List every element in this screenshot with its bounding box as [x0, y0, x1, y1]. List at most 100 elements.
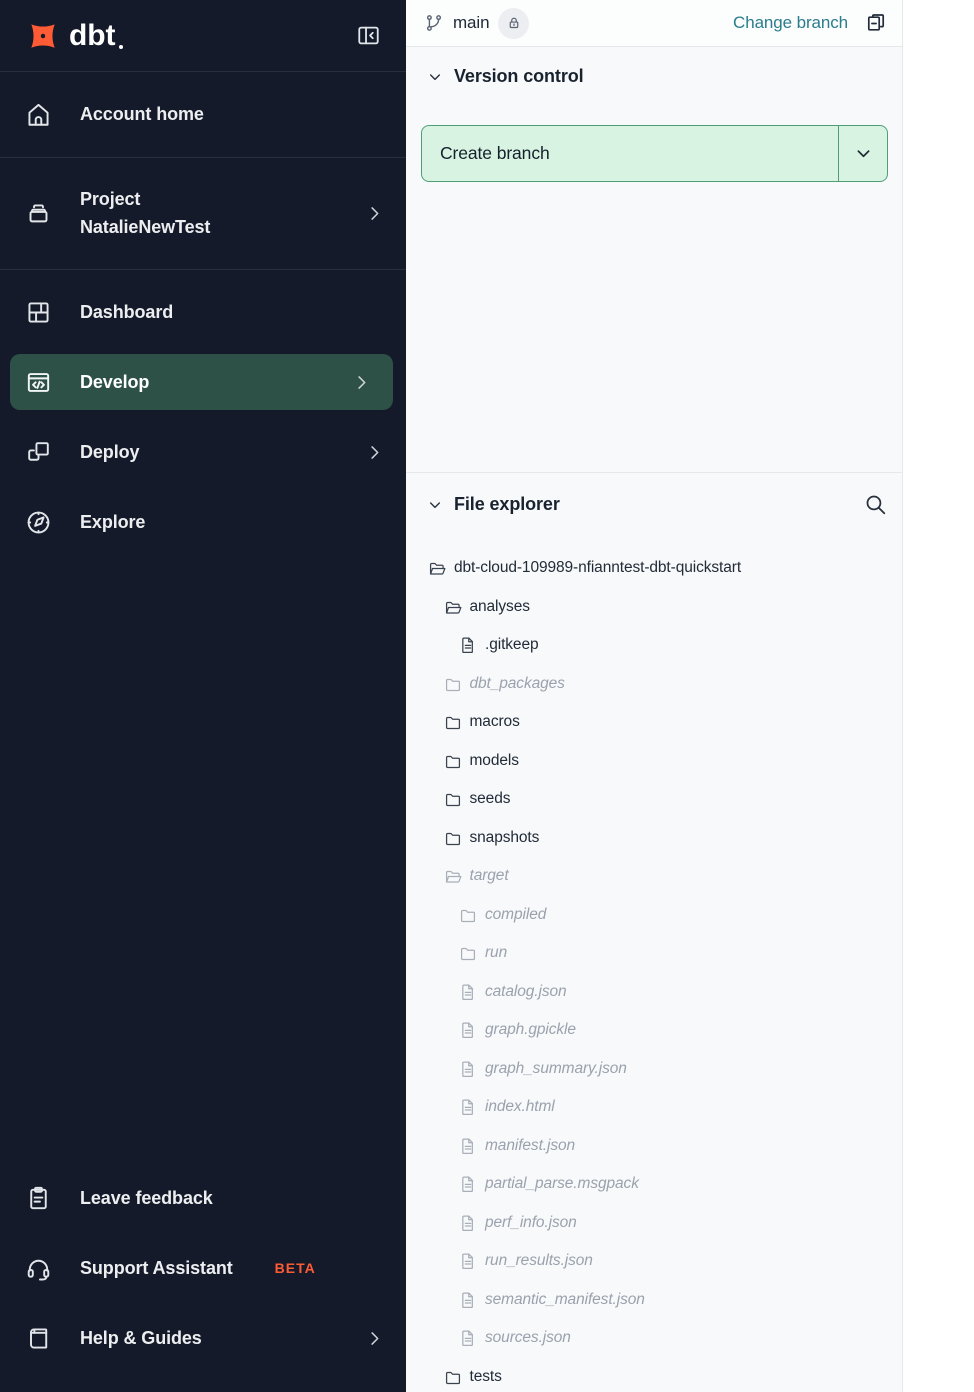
chevron-right-icon	[365, 443, 384, 462]
change-branch-link[interactable]: Change branch	[733, 13, 848, 33]
sidebar-item-develop[interactable]: Develop	[10, 354, 393, 410]
file-explorer-section: File explorer	[406, 473, 902, 1392]
sidebar-item-label: Develop	[80, 372, 149, 393]
sidebar-item-deploy[interactable]: Deploy	[0, 424, 406, 480]
tree-item-label: semantic_manifest.json	[485, 1291, 645, 1309]
folder-icon	[443, 1367, 463, 1387]
tree-item[interactable]: run	[406, 934, 902, 973]
tree-item[interactable]: snapshots	[406, 819, 902, 858]
sidebar-main-nav: Dashboard Develop	[0, 270, 406, 564]
tree-item[interactable]: tests	[406, 1358, 902, 1392]
tree-item-label: index.html	[485, 1098, 555, 1116]
sidebar-item-account-home[interactable]: Account home	[0, 72, 406, 158]
collapse-sidebar-icon[interactable]	[355, 22, 382, 49]
sidebar-item-support-assistant[interactable]: Support Assistant BETA	[0, 1240, 406, 1296]
copy-icon[interactable]	[864, 11, 888, 35]
tree-item[interactable]: sources.json	[406, 1319, 902, 1358]
sidebar-item-label: Deploy	[80, 442, 139, 463]
tree-item-label: snapshots	[470, 829, 540, 847]
sidebar-item-help-guides[interactable]: Help & Guides	[0, 1310, 406, 1366]
tree-item[interactable]: run_results.json	[406, 1242, 902, 1281]
tree-item[interactable]: manifest.json	[406, 1127, 902, 1166]
tree-item-label: seeds	[470, 790, 511, 808]
chevron-down-icon[interactable]	[427, 497, 443, 513]
logo-row: dbt	[0, 0, 406, 72]
sidebar-item-label: Explore	[80, 512, 145, 533]
book-icon	[24, 1324, 53, 1353]
version-control-title: Version control	[454, 66, 584, 87]
create-branch-button[interactable]: Create branch	[422, 126, 838, 181]
version-control-section: Version control Create branch	[406, 47, 902, 473]
sidebar-item-explore[interactable]: Explore	[0, 494, 406, 550]
tree-item-label: partial_parse.msgpack	[485, 1175, 639, 1193]
tree-item[interactable]: graph.gpickle	[406, 1011, 902, 1050]
develop-icon	[24, 368, 53, 397]
file-icon	[458, 982, 478, 1002]
sidebar-item-project[interactable]: Project NatalieNewTest	[0, 158, 406, 270]
file-icon	[458, 1059, 478, 1079]
tree-item-label: compiled	[485, 906, 546, 924]
file-icon	[458, 1174, 478, 1194]
folder-icon	[443, 789, 463, 809]
tree-item-label: target	[470, 867, 509, 885]
folder-icon	[443, 751, 463, 771]
dbt-logo-text: dbt	[69, 19, 123, 53]
dbt-logo-icon	[26, 19, 60, 53]
tree-item[interactable]: semantic_manifest.json	[406, 1281, 902, 1320]
chevron-right-icon	[352, 373, 371, 392]
tree-item[interactable]: models	[406, 742, 902, 781]
tree-item[interactable]: compiled	[406, 896, 902, 935]
current-branch: main	[424, 8, 529, 39]
tree-item[interactable]: seeds	[406, 780, 902, 819]
tree-item[interactable]: graph_summary.json	[406, 1050, 902, 1089]
tree-item[interactable]: index.html	[406, 1088, 902, 1127]
file-icon	[458, 1251, 478, 1271]
project-icon	[24, 199, 53, 228]
file-icon	[458, 1213, 478, 1233]
deploy-icon	[24, 438, 53, 467]
sidebar: dbt Account home	[0, 0, 406, 1392]
tree-item-label: tests	[470, 1368, 502, 1386]
chevron-right-icon	[365, 204, 384, 223]
file-tree: dbt-cloud-109989-nfianntest-dbt-quicksta…	[406, 549, 902, 1392]
branch-topbar: main Change branch	[406, 0, 902, 47]
git-branch-icon	[424, 13, 444, 33]
clipboard-icon	[24, 1184, 53, 1213]
tree-item-label: macros	[470, 713, 520, 731]
file-icon	[458, 1136, 478, 1156]
tree-item[interactable]: catalog.json	[406, 973, 902, 1012]
search-icon[interactable]	[863, 492, 888, 517]
sidebar-bottom-nav: Leave feedback Support Assistant BETA	[0, 1170, 406, 1392]
file-icon	[458, 1328, 478, 1348]
sidebar-item-dashboard[interactable]: Dashboard	[0, 284, 406, 340]
app-window: dbt Account home	[0, 0, 974, 1392]
tree-item-label: .gitkeep	[485, 636, 539, 654]
tree-item[interactable]: dbt-cloud-109989-nfianntest-dbt-quicksta…	[406, 549, 902, 588]
project-label: Project	[80, 186, 210, 214]
tree-item[interactable]: partial_parse.msgpack	[406, 1165, 902, 1204]
dashboard-icon	[24, 298, 53, 327]
folder-icon	[443, 712, 463, 732]
tree-item[interactable]: macros	[406, 703, 902, 742]
chevron-down-icon[interactable]	[427, 69, 443, 85]
tree-item-label: run	[485, 944, 507, 962]
chevron-down-icon	[854, 144, 873, 163]
tree-item-label: analyses	[470, 598, 530, 616]
folder-icon	[458, 943, 478, 963]
folder-icon	[443, 674, 463, 694]
tree-item[interactable]: perf_info.json	[406, 1204, 902, 1243]
tree-item-label: manifest.json	[485, 1137, 575, 1155]
tree-item[interactable]: target	[406, 857, 902, 896]
tree-item[interactable]: analyses	[406, 588, 902, 627]
file-icon	[458, 1290, 478, 1310]
sidebar-item-leave-feedback[interactable]: Leave feedback	[0, 1170, 406, 1226]
editor-area	[902, 0, 974, 1392]
create-branch-dropdown[interactable]	[838, 126, 887, 181]
folder-icon	[458, 905, 478, 925]
tree-item[interactable]: .gitkeep	[406, 626, 902, 665]
file-icon	[458, 1020, 478, 1040]
tree-item-label: graph_summary.json	[485, 1060, 627, 1078]
tree-item-label: catalog.json	[485, 983, 567, 1001]
sidebar-item-label: Dashboard	[80, 302, 173, 323]
tree-item[interactable]: dbt_packages	[406, 665, 902, 704]
